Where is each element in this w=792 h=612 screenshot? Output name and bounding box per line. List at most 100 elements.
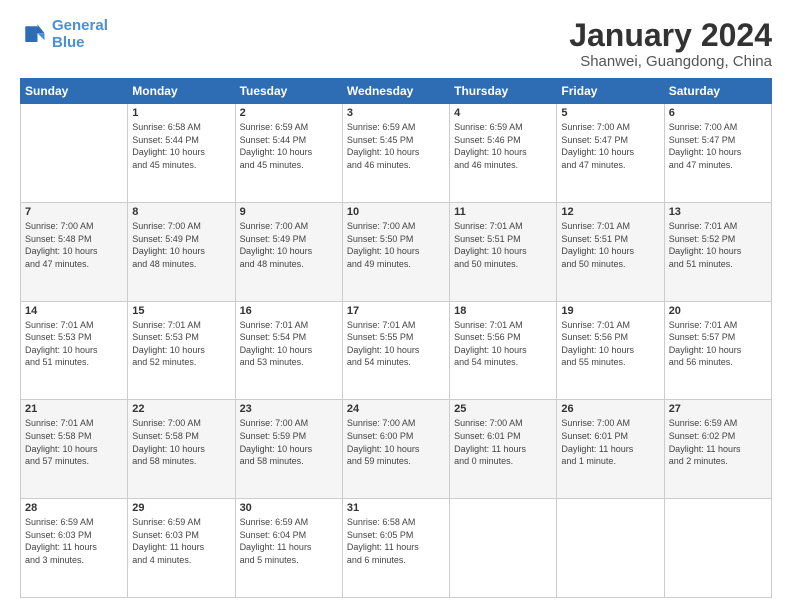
day-number: 6 [669, 107, 767, 119]
day-detail: Sunrise: 7:00 AM Sunset: 5:47 PM Dayligh… [561, 121, 659, 171]
day-number: 21 [25, 403, 123, 415]
col-friday: Friday [557, 79, 664, 104]
day-cell: 11 Sunrise: 7:01 AM Sunset: 5:51 PM Dayli… [450, 202, 557, 301]
day-number: 19 [561, 305, 659, 317]
day-cell: 5Sunrise: 7:00 AM Sunset: 5:47 PM Daylig… [557, 104, 664, 203]
day-cell: 26 Sunrise: 7:00 AM Sunset: 6:01 PM Dayli… [557, 400, 664, 499]
day-number: 3 [347, 107, 445, 119]
day-detail: Sunrise: 7:00 AM Sunset: 5:49 PM Dayligh… [132, 220, 230, 270]
day-number: 2 [240, 107, 338, 119]
week-row-1: 1 Sunrise: 6:58 AM Sunset: 5:44 PM Daylig… [21, 104, 772, 203]
day-cell: 8Sunrise: 7:00 AM Sunset: 5:49 PM Daylig… [128, 202, 235, 301]
day-number: 25 [454, 403, 552, 415]
logo-text: General Blue [52, 18, 108, 51]
day-detail: Sunrise: 7:00 AM Sunset: 5:59 PM Dayligh… [240, 417, 338, 467]
day-number: 11 [454, 206, 552, 218]
day-detail: Sunrise: 7:00 AM Sunset: 5:48 PM Dayligh… [25, 220, 123, 270]
day-number: 28 [25, 502, 123, 514]
header: General Blue January 2024 Shanwei, Guang… [20, 18, 772, 70]
header-row: Sunday Monday Tuesday Wednesday Thursday… [21, 79, 772, 104]
day-cell: 17 Sunrise: 7:01 AM Sunset: 5:55 PM Dayli… [342, 301, 449, 400]
day-number: 29 [132, 502, 230, 514]
logo: General Blue [20, 18, 108, 51]
logo-line1: General [52, 17, 108, 34]
day-number: 31 [347, 502, 445, 514]
day-number: 23 [240, 403, 338, 415]
logo-line2: Blue [52, 34, 85, 51]
day-cell: 31 Sunrise: 6:58 AM Sunset: 6:05 PM Dayli… [342, 499, 449, 598]
day-detail: Sunrise: 7:01 AM Sunset: 5:52 PM Dayligh… [669, 220, 767, 270]
day-cell: 23 Sunrise: 7:00 AM Sunset: 5:59 PM Dayli… [235, 400, 342, 499]
day-detail: Sunrise: 6:59 AM Sunset: 6:04 PM Dayligh… [240, 516, 338, 566]
week-row-4: 21 Sunrise: 7:01 AM Sunset: 5:58 PM Dayli… [21, 400, 772, 499]
day-number: 24 [347, 403, 445, 415]
day-detail: Sunrise: 7:01 AM Sunset: 5:51 PM Dayligh… [561, 220, 659, 270]
day-number: 10 [347, 206, 445, 218]
day-number: 1 [132, 107, 230, 119]
day-cell: 14 Sunrise: 7:01 AM Sunset: 5:53 PM Dayli… [21, 301, 128, 400]
day-detail: Sunrise: 7:01 AM Sunset: 5:53 PM Dayligh… [132, 319, 230, 369]
day-number: 27 [669, 403, 767, 415]
day-cell: 25Sunrise: 7:00 AM Sunset: 6:01 PM Dayli… [450, 400, 557, 499]
day-number: 26 [561, 403, 659, 415]
calendar-subtitle: Shanwei, Guangdong, China [569, 53, 772, 70]
logo-icon [20, 21, 48, 49]
day-cell: 28 Sunrise: 6:59 AM Sunset: 6:03 PM Dayli… [21, 499, 128, 598]
day-cell: 13 Sunrise: 7:01 AM Sunset: 5:52 PM Dayli… [664, 202, 771, 301]
day-cell: 22 Sunrise: 7:00 AM Sunset: 5:58 PM Dayli… [128, 400, 235, 499]
day-detail: Sunrise: 7:01 AM Sunset: 5:53 PM Dayligh… [25, 319, 123, 369]
day-detail: Sunrise: 7:01 AM Sunset: 5:56 PM Dayligh… [454, 319, 552, 369]
week-row-2: 7 Sunrise: 7:00 AM Sunset: 5:48 PM Daylig… [21, 202, 772, 301]
col-thursday: Thursday [450, 79, 557, 104]
day-detail: Sunrise: 6:59 AM Sunset: 6:03 PM Dayligh… [25, 516, 123, 566]
day-number: 9 [240, 206, 338, 218]
day-number: 20 [669, 305, 767, 317]
calendar-table: Sunday Monday Tuesday Wednesday Thursday… [20, 78, 772, 598]
day-detail: Sunrise: 7:01 AM Sunset: 5:58 PM Dayligh… [25, 417, 123, 467]
week-row-3: 14 Sunrise: 7:01 AM Sunset: 5:53 PM Dayli… [21, 301, 772, 400]
day-cell: 4Sunrise: 6:59 AM Sunset: 5:46 PM Daylig… [450, 104, 557, 203]
day-detail: Sunrise: 7:00 AM Sunset: 6:00 PM Dayligh… [347, 417, 445, 467]
calendar-title: January 2024 [569, 18, 772, 53]
day-detail: Sunrise: 6:59 AM Sunset: 5:45 PM Dayligh… [347, 121, 445, 171]
day-number: 14 [25, 305, 123, 317]
day-detail: Sunrise: 6:59 AM Sunset: 6:03 PM Dayligh… [132, 516, 230, 566]
day-cell: 3 Sunrise: 6:59 AM Sunset: 5:45 PM Daylig… [342, 104, 449, 203]
day-number: 7 [25, 206, 123, 218]
day-cell: 12 Sunrise: 7:01 AM Sunset: 5:51 PM Dayli… [557, 202, 664, 301]
week-row-5: 28 Sunrise: 6:59 AM Sunset: 6:03 PM Dayli… [21, 499, 772, 598]
col-monday: Monday [128, 79, 235, 104]
day-cell: 1 Sunrise: 6:58 AM Sunset: 5:44 PM Daylig… [128, 104, 235, 203]
day-detail: Sunrise: 7:01 AM Sunset: 5:56 PM Dayligh… [561, 319, 659, 369]
col-saturday: Saturday [664, 79, 771, 104]
day-cell: 7 Sunrise: 7:00 AM Sunset: 5:48 PM Daylig… [21, 202, 128, 301]
col-sunday: Sunday [21, 79, 128, 104]
day-detail: Sunrise: 7:00 AM Sunset: 5:49 PM Dayligh… [240, 220, 338, 270]
day-detail: Sunrise: 7:00 AM Sunset: 6:01 PM Dayligh… [561, 417, 659, 467]
day-cell: 16Sunrise: 7:01 AM Sunset: 5:54 PM Dayli… [235, 301, 342, 400]
day-detail: Sunrise: 6:58 AM Sunset: 6:05 PM Dayligh… [347, 516, 445, 566]
day-detail: Sunrise: 6:59 AM Sunset: 5:46 PM Dayligh… [454, 121, 552, 171]
day-number: 17 [347, 305, 445, 317]
day-cell: 20Sunrise: 7:01 AM Sunset: 5:57 PM Dayli… [664, 301, 771, 400]
day-cell [557, 499, 664, 598]
day-number: 18 [454, 305, 552, 317]
day-number: 22 [132, 403, 230, 415]
day-cell: 29 Sunrise: 6:59 AM Sunset: 6:03 PM Dayli… [128, 499, 235, 598]
day-detail: Sunrise: 7:01 AM Sunset: 5:55 PM Dayligh… [347, 319, 445, 369]
day-detail: Sunrise: 7:01 AM Sunset: 5:51 PM Dayligh… [454, 220, 552, 270]
col-tuesday: Tuesday [235, 79, 342, 104]
day-cell: 2Sunrise: 6:59 AM Sunset: 5:44 PM Daylig… [235, 104, 342, 203]
day-cell: 18 Sunrise: 7:01 AM Sunset: 5:56 PM Dayli… [450, 301, 557, 400]
day-cell: 6Sunrise: 7:00 AM Sunset: 5:47 PM Daylig… [664, 104, 771, 203]
day-cell [21, 104, 128, 203]
day-detail: Sunrise: 7:01 AM Sunset: 5:54 PM Dayligh… [240, 319, 338, 369]
day-number: 12 [561, 206, 659, 218]
day-cell [664, 499, 771, 598]
day-detail: Sunrise: 7:00 AM Sunset: 5:58 PM Dayligh… [132, 417, 230, 467]
col-wednesday: Wednesday [342, 79, 449, 104]
day-number: 30 [240, 502, 338, 514]
day-detail: Sunrise: 6:58 AM Sunset: 5:44 PM Dayligh… [132, 121, 230, 171]
day-number: 15 [132, 305, 230, 317]
day-number: 13 [669, 206, 767, 218]
